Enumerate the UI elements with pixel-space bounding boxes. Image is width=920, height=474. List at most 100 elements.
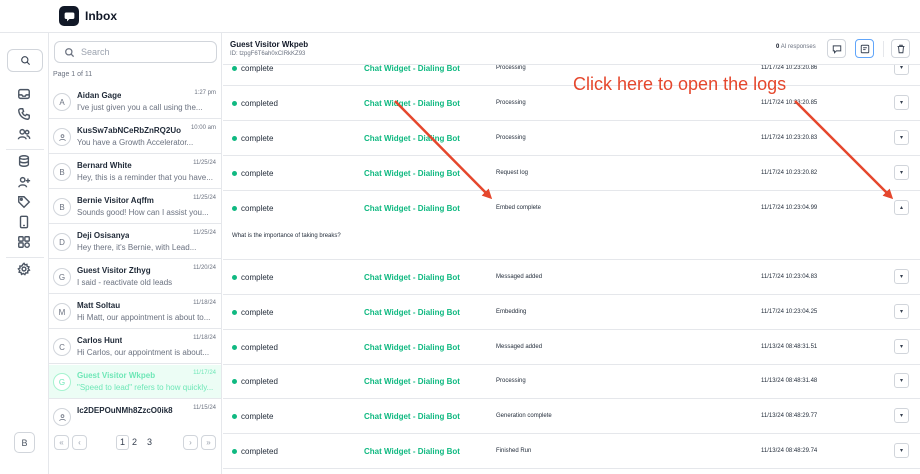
rail-divider <box>6 257 44 258</box>
last-page-button[interactable]: » <box>201 435 216 450</box>
log-row-expanded: complete Chat Widget - Dialing Bot Embed… <box>223 191 920 260</box>
expand-log-button[interactable]: ▾ <box>894 95 909 110</box>
log-source: Chat Widget - Dialing Bot <box>364 412 460 421</box>
conversation-item[interactable]: D Deji Osisanya 11/25/24 Hey there, it's… <box>49 225 221 259</box>
status-badge: complete <box>232 204 273 213</box>
chat-view-button[interactable] <box>827 39 846 58</box>
expand-log-button[interactable]: ▾ <box>894 65 909 75</box>
delete-button[interactable] <box>891 39 910 58</box>
status-dot <box>232 275 237 280</box>
log-source: Chat Widget - Dialing Bot <box>364 447 460 456</box>
expand-log-button[interactable]: ▾ <box>894 269 909 284</box>
log-timestamp: 11/17/24 10:23:04.25 <box>761 309 818 315</box>
page-info: Page 1 of 11 <box>53 71 93 78</box>
log-event: Embedding <box>496 309 527 315</box>
log-source: Chat Widget - Dialing Bot <box>364 204 460 213</box>
prev-page-button[interactable]: ‹ <box>72 435 87 450</box>
conversation-item[interactable]: B Bernie Visitor Aqffm 11/25/24 Sounds g… <box>49 190 221 224</box>
avatar: B <box>53 163 71 181</box>
conversation-list: Page 1 of 11 A Aidan Gage 1:27 pm I've j… <box>49 33 222 474</box>
conversation-item[interactable]: G Guest Visitor Zthyg 11/20/24 I said - … <box>49 260 221 294</box>
conversation-time: 11/20/24 <box>193 265 216 271</box>
conversation-snippet: I've just given you a call using the... <box>77 103 203 112</box>
integrations-icon[interactable] <box>15 233 33 251</box>
avatar: B <box>53 198 71 216</box>
page-3-button[interactable]: 3 <box>147 437 152 447</box>
conversation-item[interactable]: B Bernard White 11/25/24 Hey, this is a … <box>49 155 221 189</box>
expand-log-button[interactable]: ▾ <box>894 130 909 145</box>
contact-name: Guest Visitor Wkpeb <box>77 371 156 380</box>
log-timestamp: 11/17/24 10:23:20.82 <box>761 170 818 176</box>
conversation-item[interactable]: C Carlos Hunt 11/18/24 Hi Carlos, our ap… <box>49 330 221 364</box>
conversation-item[interactable]: Ic2DEPOuNMh8ZzcO0ik8 11/15/24 <box>49 400 221 434</box>
contact-name: Bernie Visitor Aqffm <box>77 196 154 205</box>
conversation-snippet: Hey, this is a reminder that you have... <box>77 173 213 182</box>
mobile-icon[interactable] <box>15 213 33 231</box>
conversation-item[interactable]: KusSw7abNCeRbZnRQ2Uo 10:00 am You have a… <box>49 120 221 154</box>
search-icon[interactable] <box>7 49 43 72</box>
page-1-button[interactable]: 1 <box>116 435 130 450</box>
log-timestamp: 11/13/24 08:48:31.51 <box>761 344 818 350</box>
status-badge: completed <box>232 377 278 386</box>
conversation-time: 11/15/24 <box>193 405 216 411</box>
conversation-item-selected[interactable]: G Guest Visitor Wkpeb 11/17/24 "Speed to… <box>49 365 221 399</box>
log-row: complete Chat Widget - Dialing Bot Proce… <box>223 121 920 156</box>
avatar: A <box>53 93 71 111</box>
status-dot <box>232 310 237 315</box>
add-user-icon[interactable] <box>15 173 33 191</box>
first-page-button[interactable]: « <box>54 435 69 450</box>
log-source: Chat Widget - Dialing Bot <box>364 377 460 386</box>
database-icon[interactable] <box>15 152 33 170</box>
inbox-icon[interactable] <box>15 85 33 103</box>
collapse-log-button[interactable]: ▴ <box>894 200 909 215</box>
log-event: Embed complete <box>496 205 542 211</box>
search-input[interactable] <box>81 47 211 57</box>
log-detail: What is the importance of taking breaks? <box>232 233 341 239</box>
log-timestamp: 11/17/24 10:23:20.86 <box>761 65 818 71</box>
top-bar: Inbox <box>0 0 920 33</box>
user-avatar[interactable]: B <box>14 432 35 453</box>
expand-log-button[interactable]: ▾ <box>894 165 909 180</box>
conversation-time: 11/25/24 <box>193 195 216 201</box>
tag-icon[interactable] <box>15 193 33 211</box>
contact-name: Aidan Gage <box>77 91 122 100</box>
status-badge: complete <box>232 412 273 421</box>
status-badge: complete <box>232 169 273 178</box>
log-row: completed Chat Widget - Dialing Bot Mess… <box>223 330 920 365</box>
trash-icon <box>897 44 904 53</box>
conversation-item[interactable]: M Matt Soltau 11/18/24 Hi Matt, our appo… <box>49 295 221 329</box>
expand-log-button[interactable]: ▾ <box>894 373 909 388</box>
log-row: complete Chat Widget - Dialing Bot Messa… <box>223 260 920 295</box>
log-source: Chat Widget - Dialing Bot <box>364 343 460 352</box>
log-event: Processing <box>496 100 526 106</box>
conversation-snippet: "Speed to lead" refers to how quickly... <box>77 383 214 392</box>
next-page-button[interactable]: › <box>183 435 198 450</box>
log-row: complete Chat Widget - Dialing Bot Gener… <box>223 399 920 434</box>
status-dot <box>232 345 237 350</box>
expand-log-button[interactable]: ▾ <box>894 339 909 354</box>
contact-name: Deji Osisanya <box>77 231 130 240</box>
contact-name: Carlos Hunt <box>77 336 123 345</box>
status-dot <box>232 379 237 384</box>
phone-icon[interactable] <box>15 105 33 123</box>
app-logo-icon <box>59 6 79 26</box>
logs-view-button[interactable] <box>855 39 874 58</box>
contact-name: Matt Soltau <box>77 301 121 310</box>
contact-name: Ic2DEPOuNMh8ZzcO0ik8 <box>77 406 173 415</box>
conversation-id: ID: tzpgF6T6ah0xCIRkKZ93 <box>230 51 306 57</box>
avatar: D <box>53 233 71 251</box>
settings-icon[interactable] <box>15 260 33 278</box>
log-source: Chat Widget - Dialing Bot <box>364 308 460 317</box>
log-row: complete Chat Widget - Dialing Bot Reque… <box>223 156 920 191</box>
contacts-icon[interactable] <box>15 125 33 143</box>
page-2-button[interactable]: 2 <box>132 437 137 447</box>
expand-log-button[interactable]: ▾ <box>894 304 909 319</box>
expand-log-button[interactable]: ▾ <box>894 443 909 458</box>
conversation-search[interactable] <box>54 41 217 63</box>
log-event: Request log <box>496 170 529 176</box>
conversation-item[interactable]: A Aidan Gage 1:27 pm I've just given you… <box>49 85 221 119</box>
status-dot <box>232 449 237 454</box>
log-event: Processing <box>496 65 526 71</box>
conversation-header: Guest Visitor Wkpeb ID: tzpgF6T6ah0xCIRk… <box>223 33 920 65</box>
expand-log-button[interactable]: ▾ <box>894 408 909 423</box>
